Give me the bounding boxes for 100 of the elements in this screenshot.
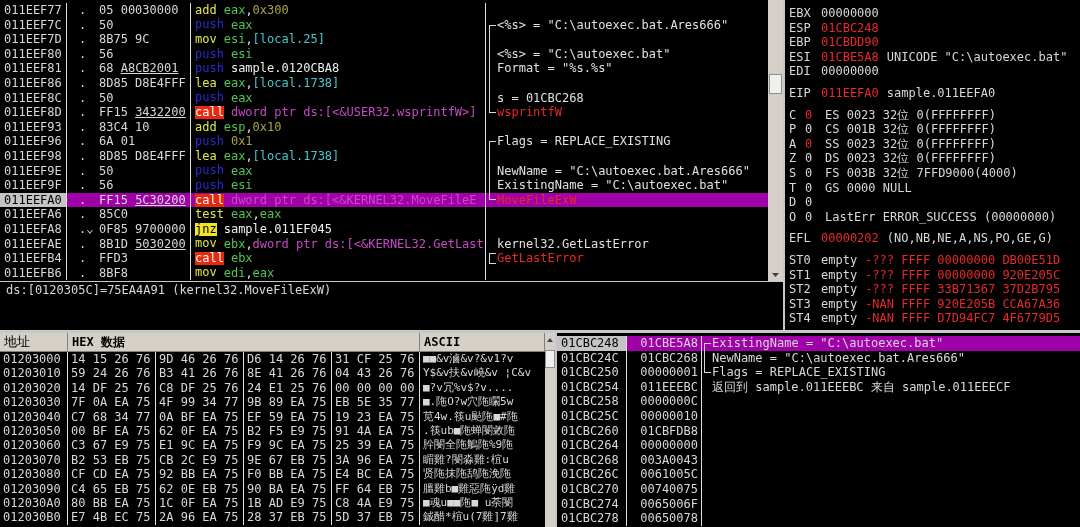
stack-address[interactable]: 01CBC25C <box>557 408 627 424</box>
address[interactable]: 011EEF9F <box>0 178 67 193</box>
fpu-tag: empty <box>821 252 858 268</box>
flag-bit[interactable]: 0 <box>805 209 825 225</box>
hex-bytes: CB 2C E9 75 <box>156 452 244 468</box>
address[interactable]: 011EEFA8 <box>0 221 67 237</box>
register-value[interactable]: 00000000 <box>821 6 879 21</box>
stack-address[interactable]: 01CBC274 <box>557 496 627 512</box>
address[interactable]: 011EEFA6 <box>0 207 67 222</box>
line-marker: . <box>79 251 87 266</box>
stack-address[interactable]: 01CBC260 <box>557 423 627 439</box>
flag-bit[interactable]: 0 <box>805 122 825 137</box>
register-name: ESI <box>789 49 812 65</box>
hex-bytes: 80 BB EA 75 <box>68 495 156 511</box>
address[interactable]: 011EEF77 <box>0 3 67 18</box>
register-name: EIP <box>789 85 812 101</box>
hex-bytes: 4F 99 34 77 <box>156 395 244 410</box>
fpu-tag: empty <box>821 267 858 283</box>
line-marker: . <box>79 207 87 222</box>
dump-address: 01203070 <box>0 452 68 468</box>
hex-bytes: 14 DF 25 76 <box>68 380 156 396</box>
ascii-text: ■■&v滷&v?&v1?v <box>422 352 515 367</box>
address[interactable]: 011EEF8D <box>0 105 67 120</box>
operand: sample.0120CBA8 <box>230 61 340 76</box>
register-value[interactable]: 01CBDD90 <box>821 35 879 50</box>
scrollbar-thumb[interactable] <box>545 350 555 368</box>
address[interactable]: 011EEF96 <box>0 134 67 149</box>
segment-info: DS 0023 32位 0(FFFFFFFF) <box>825 151 996 166</box>
flag-bit[interactable]: 0 <box>805 195 825 210</box>
stack-address[interactable]: 01CBC268 <box>557 452 627 468</box>
line-marker: . <box>79 236 87 252</box>
register-value[interactable]: 00000000 <box>821 64 879 79</box>
column-header[interactable]: HEX 数据 <box>68 333 420 351</box>
stack-value: 00000010 <box>627 408 702 424</box>
address[interactable]: 011EEF80 <box>0 46 67 62</box>
hex-bytes: 31 CF 25 76 <box>332 352 420 367</box>
register-name: ST2 <box>789 282 812 297</box>
address[interactable]: 011EEF86 <box>0 75 67 91</box>
address[interactable]: 011EEF93 <box>0 119 67 135</box>
address[interactable]: 011EEF9E <box>0 163 67 179</box>
flag-name: T <box>789 180 798 196</box>
register-name: EFL <box>789 231 812 246</box>
ascii-text: ■魂u■■陁■ u荼閿 <box>422 495 515 511</box>
mnemonic: lea <box>195 76 217 90</box>
opcode-bytes: 50 <box>99 90 114 106</box>
line-marker: . <box>79 192 87 208</box>
scrollbar-thumb[interactable] <box>769 74 782 94</box>
flag-bit[interactable]: 0 <box>805 165 825 181</box>
register-comment: UNICODE "C:\autoexec.bat" <box>886 49 1068 65</box>
register-value[interactable]: 01CBC248 <box>821 20 879 36</box>
dump-address: 01203090 <box>0 481 68 496</box>
address[interactable]: 011EEFAE <box>0 236 67 252</box>
register-value[interactable]: 011EEFA0 <box>821 85 879 101</box>
scrollbar[interactable] <box>545 333 555 527</box>
stack-address[interactable]: 01CBC258 <box>557 394 627 409</box>
dump-address: 01203050 <box>0 423 68 439</box>
mnemonic: call <box>195 193 224 207</box>
stack-address[interactable]: 01CBC250 <box>557 365 627 380</box>
address[interactable]: 011EEF98 <box>0 148 67 164</box>
opcode-bytes: FF15 3432200 <box>99 105 186 120</box>
stack-address[interactable]: 01CBC264 <box>557 438 627 453</box>
column-header[interactable]: 地址 <box>0 333 68 351</box>
opcode-bytes: 05 00030000 <box>99 3 179 18</box>
segment-info: LastErr ERROR_SUCCESS (00000000) <box>825 209 1057 225</box>
opcode-bytes: 8B1D 5030200 <box>99 236 186 252</box>
flag-bit[interactable]: 0 <box>805 136 825 152</box>
segment-info: FS 003B 32位 7FFD9000(4000) <box>825 165 1018 181</box>
opcode-bytes: 8D85 D8E4FFF <box>99 75 186 91</box>
address[interactable]: 011EEFB6 <box>0 265 67 281</box>
address[interactable]: 011EEFB4 <box>0 251 67 266</box>
address[interactable]: 011EEF8C <box>0 90 67 106</box>
hex-bytes: EB 5E 35 77 <box>332 395 420 410</box>
hex-bytes: 62 0E EB 75 <box>156 481 244 496</box>
scrollbar[interactable] <box>768 0 783 281</box>
stack-address[interactable]: 01CBC26C <box>557 467 627 482</box>
fpu-value: -??? FFFF 33B71367 37D2B795 <box>865 282 1061 297</box>
operand: dword ptr ds:[<&KERNEL32.MoveFileE <box>230 192 477 208</box>
hex-bytes: 1C 0F EA 75 <box>156 495 244 511</box>
stack-address[interactable]: 01CBC254 <box>557 379 627 395</box>
flag-bit[interactable]: 0 <box>805 151 825 166</box>
hex-bytes: 00 BF EA 75 <box>68 423 156 439</box>
address[interactable]: 011EEF7C <box>0 17 67 33</box>
stack-value: 0000000C <box>627 394 702 409</box>
flag-bit[interactable]: 0 <box>805 107 825 123</box>
mnemonic: push <box>195 91 224 105</box>
stack-address[interactable]: 01CBC278 <box>557 511 627 526</box>
opcode-bytes: 85C0 <box>99 207 128 222</box>
hex-bytes: C8 DF 25 76 <box>156 380 244 396</box>
dump-address: 01203000 <box>0 352 68 367</box>
register-value[interactable]: 01CBE5A8 <box>821 49 879 65</box>
stack-address[interactable]: 01CBC24C <box>557 350 627 366</box>
address[interactable]: 011EEF7D <box>0 32 67 47</box>
address[interactable]: 011EEFA0 <box>0 192 67 208</box>
address[interactable]: 011EEF81 <box>0 61 67 76</box>
stack-address[interactable]: 01CBC248 <box>557 336 627 351</box>
register-name: EDI <box>789 64 812 79</box>
mnemonic: add <box>195 3 217 17</box>
stack-address[interactable]: 01CBC270 <box>557 481 627 497</box>
flag-bit[interactable]: 0 <box>805 180 825 196</box>
register-value[interactable]: 00000202 <box>821 231 879 246</box>
